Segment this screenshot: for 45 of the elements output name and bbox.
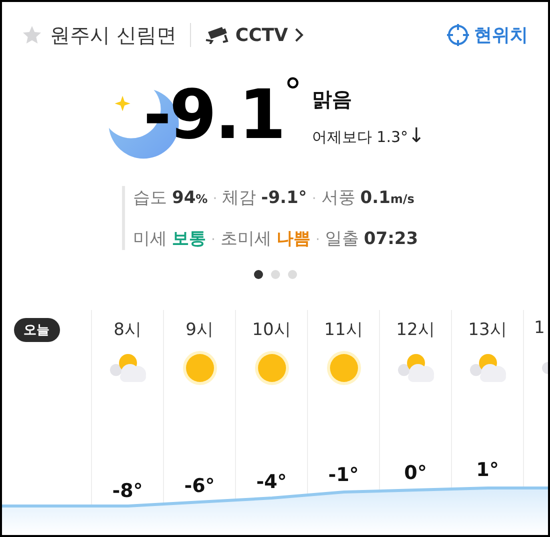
hour-label: 12시 bbox=[396, 319, 435, 340]
page-dot[interactable] bbox=[270, 270, 280, 279]
separator-dot: · bbox=[211, 232, 216, 248]
hour-label: 1 bbox=[534, 318, 545, 340]
detail-label: 초미세 bbox=[220, 228, 272, 250]
location-name: 원주시 신림면 bbox=[50, 22, 176, 48]
current-location-button[interactable]: 현위치 bbox=[474, 23, 528, 47]
hour-label: 13시 bbox=[468, 319, 507, 340]
weather-condition: 맑음 bbox=[312, 86, 353, 112]
today-badge: 오늘 bbox=[14, 318, 60, 342]
hour-temperature: -1° bbox=[328, 464, 359, 486]
cctv-camera-icon[interactable] bbox=[205, 26, 230, 44]
detail-value: -9.1° bbox=[261, 188, 307, 208]
hour-temperature: 0° bbox=[404, 462, 427, 484]
hour-temperature: 1° bbox=[476, 459, 499, 481]
detail-value: 94% bbox=[172, 188, 208, 208]
star-icon[interactable] bbox=[22, 25, 42, 45]
separator-dot: · bbox=[315, 232, 320, 248]
detail-value: 나쁨 bbox=[276, 228, 310, 250]
separator-dot: · bbox=[312, 191, 316, 207]
current-temperature: -9.1° bbox=[143, 75, 300, 157]
hour-label: 11시 bbox=[324, 319, 363, 340]
detail-label: 서풍 bbox=[321, 187, 356, 209]
separator-dot: · bbox=[212, 191, 218, 207]
hour-label: 8시 bbox=[114, 319, 142, 340]
yesterday-comparison: 어제보다 1.3° bbox=[312, 128, 408, 146]
cloud-icon bbox=[542, 362, 548, 374]
detail-value: 07:23 bbox=[364, 229, 418, 249]
hour-label: 10시 bbox=[252, 319, 291, 340]
detail-label: 일출 bbox=[324, 228, 359, 250]
hour-temperature: -4° bbox=[256, 471, 287, 493]
detail-label: 체감 bbox=[222, 187, 256, 209]
detail-label: 습도 bbox=[133, 187, 167, 209]
detail-value: 0.1m/s bbox=[360, 188, 414, 208]
detail-value: 보통 bbox=[172, 228, 206, 250]
hour-temperature: -8° bbox=[112, 480, 143, 502]
page-dot[interactable] bbox=[254, 270, 262, 279]
hour-label: 9시 bbox=[186, 319, 214, 340]
detail-label: 미세 bbox=[133, 228, 167, 250]
chevron-icon[interactable] bbox=[294, 27, 304, 43]
location-target-icon[interactable] bbox=[447, 24, 469, 46]
hour-temperature: -6° bbox=[184, 475, 215, 497]
cctv-link[interactable]: CCTV bbox=[235, 24, 288, 46]
page-dot[interactable] bbox=[288, 270, 296, 279]
down-arrow-icon: ↓ bbox=[408, 122, 425, 146]
